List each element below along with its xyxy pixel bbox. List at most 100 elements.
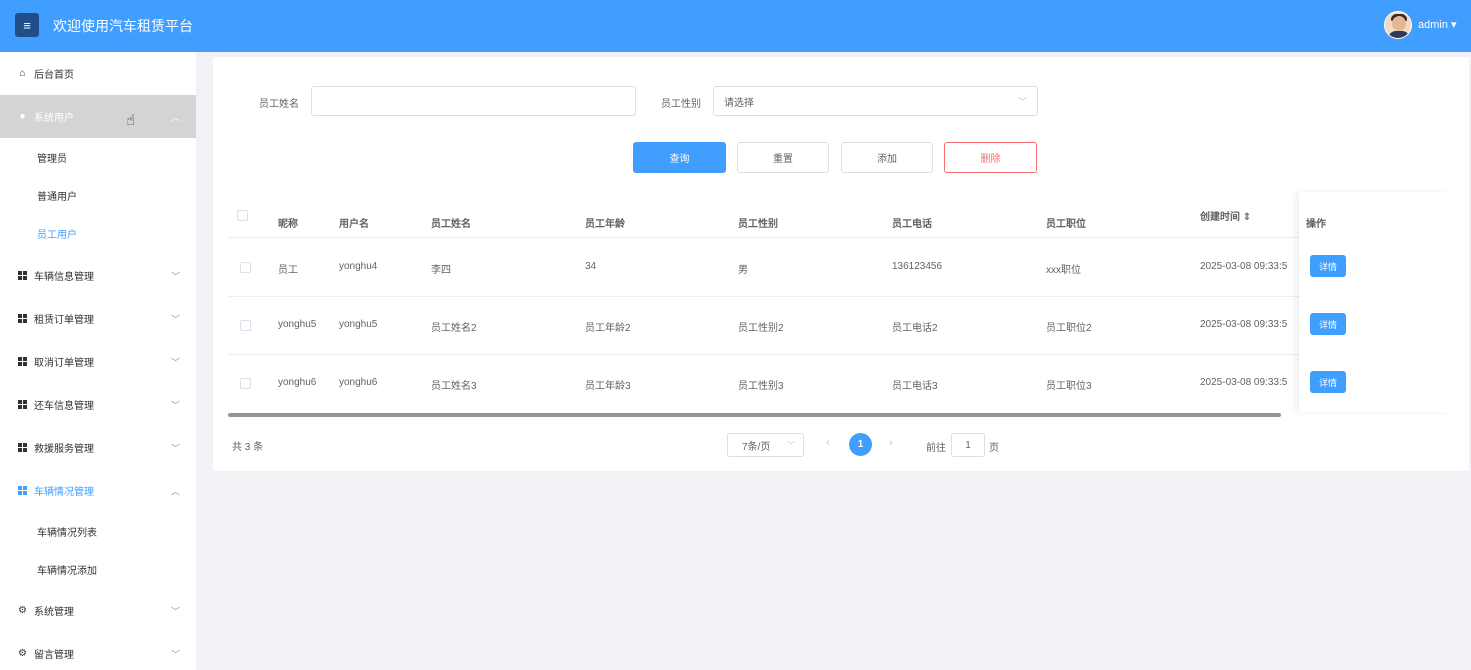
table-cell: 员工年龄3 [585, 381, 631, 392]
row-divider [228, 354, 1453, 355]
row-checkbox[interactable] [240, 262, 251, 273]
pagination-total: 共 3 条 [232, 442, 264, 453]
table-cell: 员工 [278, 265, 298, 276]
table-cell: 员工职位2 [1046, 323, 1092, 334]
reset-button[interactable]: 重置 [737, 142, 829, 173]
table-cell: 34 [585, 261, 597, 272]
table-cell: 男 [738, 265, 748, 276]
goto-prefix-label: 前往 [926, 443, 946, 454]
grid-icon [17, 399, 28, 410]
column-header-nickname: 昵称 [278, 219, 298, 230]
column-header-staff-age: 员工年龄 [585, 219, 625, 230]
table-cell: yonghu5 [339, 319, 378, 330]
app-title: 欢迎使用汽车租赁平台 [53, 18, 193, 34]
sidebar-item-return-info[interactable]: 还车信息管理 ﹀ [0, 383, 196, 426]
grid-icon [17, 356, 28, 367]
name-input[interactable] [311, 86, 636, 116]
query-button[interactable]: 查询 [633, 142, 726, 173]
page-size-select[interactable]: 7条/页 ﹀ [727, 433, 804, 457]
sidebar-item-system-users[interactable]: ● 系统用户 ︿ [0, 95, 196, 138]
row-checkbox[interactable] [240, 320, 251, 331]
sidebar-item-label: 取消订单管理 [34, 358, 94, 369]
sidebar-subitem-normal-users[interactable]: 普通用户 [0, 176, 196, 214]
table-cell: 2025-03-08 09:33:5 [1200, 377, 1288, 388]
table-cell: 员工姓名2 [431, 323, 477, 334]
next-page-icon[interactable]: › [889, 437, 893, 449]
row-divider [228, 237, 1453, 238]
select-all-checkbox[interactable] [237, 210, 248, 221]
page-size-value: 7条/页 [742, 441, 771, 453]
table-cell: 员工姓名3 [431, 381, 477, 392]
page-number-current[interactable]: 1 [849, 433, 872, 456]
column-header-staff-gender: 员工性别 [738, 219, 778, 230]
prev-page-icon[interactable]: ‹ [826, 437, 830, 449]
sidebar-subitem-staff-users[interactable]: 员工用户 [0, 214, 196, 252]
detail-button[interactable]: 详情 [1310, 313, 1346, 335]
row-divider [228, 296, 1453, 297]
detail-button[interactable]: 详情 [1310, 371, 1346, 393]
sidebar-item-label: 后台首页 [34, 70, 74, 81]
sidebar-item-label: 车辆信息管理 [34, 272, 94, 283]
table-cell: yonghu4 [339, 261, 378, 272]
horizontal-scrollbar[interactable] [228, 413, 1281, 417]
sidebar-item-vehicle-info[interactable]: 车辆信息管理 ﹀ [0, 254, 196, 297]
sidebar-item-vehicle-status[interactable]: 车辆情况管理 ︿ [0, 469, 196, 512]
sidebar-subitem-admin[interactable]: 管理员 [0, 138, 196, 176]
column-header-created-time[interactable]: 创建时间 ⇕ [1200, 208, 1251, 223]
delete-button[interactable]: 删除 [944, 142, 1037, 173]
chevron-down-icon: ﹀ [170, 271, 180, 281]
gear-icon: ⚙ [18, 605, 27, 616]
table-cell: yonghu6 [339, 377, 378, 388]
sidebar-item-system-mgmt[interactable]: ⚙ 系统管理 ﹀ [0, 589, 196, 632]
gear-icon: ⚙ [18, 648, 27, 659]
table-cell: 李四 [431, 265, 451, 276]
add-button[interactable]: 添加 [841, 142, 933, 173]
sidebar-item-message-mgmt[interactable]: ⚙ 留言管理 ﹀ [0, 632, 196, 670]
table-cell: 员工性别3 [738, 381, 784, 392]
sidebar-item-label: 租赁订单管理 [34, 315, 94, 326]
user-icon: ● [19, 111, 26, 122]
table-cell: 员工电话3 [892, 381, 938, 392]
column-header-username: 用户名 [339, 219, 369, 230]
chevron-up-icon: ︿ [170, 112, 180, 122]
sidebar-item-label: 留言管理 [34, 650, 74, 661]
sidebar-item-label: 系统管理 [34, 607, 74, 618]
sidebar-item-cancel-orders[interactable]: 取消订单管理 ﹀ [0, 340, 196, 383]
detail-button[interactable]: 详情 [1310, 255, 1346, 277]
chevron-down-icon: ﹀ [170, 649, 180, 659]
chevron-down-icon: ﹀ [1017, 96, 1027, 107]
name-label: 员工姓名 [259, 99, 299, 110]
table-cell: yonghu5 [278, 319, 317, 330]
gender-select-value: 请选择 [724, 97, 754, 109]
table-cell: xxx职位 [1046, 265, 1081, 276]
goto-suffix-label: 页 [989, 443, 999, 454]
sidebar-item-rescue-service[interactable]: 救援服务管理 ﹀ [0, 426, 196, 469]
sidebar-subitem-vehicle-status-add[interactable]: 车辆情况添加 [0, 550, 196, 588]
hand-cursor-icon: ☝ [126, 112, 136, 129]
avatar[interactable] [1384, 11, 1412, 39]
gender-label: 员工性别 [661, 99, 701, 110]
chevron-down-icon: ﹀ [170, 443, 180, 453]
gender-select[interactable]: 请选择 ﹀ [713, 86, 1038, 116]
goto-page-input[interactable]: 1 [951, 433, 985, 457]
sidebar-item-home[interactable]: ⌂ 后台首页 [0, 52, 196, 95]
chevron-down-icon: ﹀ [170, 606, 180, 616]
table-cell: 2025-03-08 09:33:5 [1200, 319, 1288, 330]
chevron-down-icon: ﹀ [170, 314, 180, 324]
table-cell: yonghu6 [278, 377, 317, 388]
grid-icon [17, 270, 28, 281]
chevron-down-icon: ﹀ [170, 357, 180, 367]
user-dropdown[interactable]: admin ▾ [1418, 18, 1457, 31]
table-cell: 136123456 [892, 261, 943, 272]
hamburger-icon[interactable]: ≡ [15, 13, 39, 37]
sidebar-item-rental-orders[interactable]: 租赁订单管理 ﹀ [0, 297, 196, 340]
top-header: ≡ 欢迎使用汽车租赁平台 admin ▾ [0, 0, 1471, 52]
table-cell: 员工电话2 [892, 323, 938, 334]
grid-icon [17, 442, 28, 453]
row-checkbox[interactable] [240, 378, 251, 389]
column-header-staff-position: 员工职位 [1046, 219, 1086, 230]
chevron-up-icon: ︿ [170, 486, 180, 496]
table-cell: 员工职位3 [1046, 381, 1092, 392]
sidebar: ⌂ 后台首页 ● 系统用户 ︿ 管理员 普通用户 员工用户 车辆信息管理 ﹀ 租… [0, 52, 196, 670]
sidebar-subitem-vehicle-status-list[interactable]: 车辆情况列表 [0, 512, 196, 550]
